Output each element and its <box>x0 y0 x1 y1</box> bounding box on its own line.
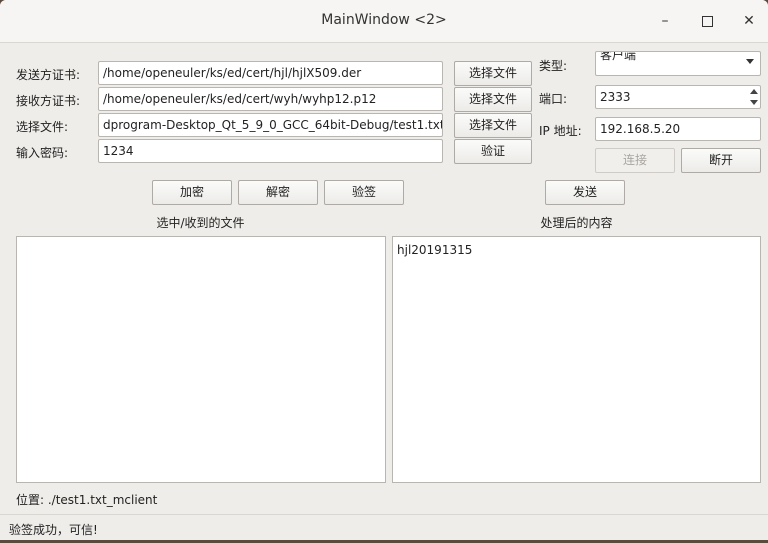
receiver-cert-input[interactable]: /home/openeuler/ks/ed/cert/wyh/wyhp12.p1… <box>98 87 443 111</box>
password-input[interactable]: 1234 <box>98 139 443 163</box>
spin-down-icon[interactable] <box>750 100 758 105</box>
disconnect-button[interactable]: 断开 <box>681 148 761 173</box>
maximize-icon[interactable] <box>698 12 716 30</box>
connect-button[interactable]: 连接 <box>595 148 675 173</box>
receiver-cert-label: 接收方证书: <box>16 94 81 108</box>
close-icon[interactable]: ✕ <box>740 12 758 30</box>
receiver-cert-browse-button[interactable]: 选择文件 <box>454 87 532 112</box>
location-label: 位置: ./test1.txt_mclient <box>16 493 158 507</box>
status-divider <box>0 514 768 515</box>
send-button[interactable]: 发送 <box>545 180 625 205</box>
status-bar-message: 验签成功，可信! <box>9 523 98 537</box>
encrypt-button[interactable]: 加密 <box>152 180 232 205</box>
ip-label: IP 地址: <box>539 124 582 138</box>
main-window: MainWindow <2> – ✕ 发送方证书: /home/openeule… <box>0 0 768 540</box>
processed-content-textarea[interactable]: hjl20191315 <box>392 236 761 483</box>
port-value: 2333 <box>600 90 631 104</box>
type-select-value: 客户端 <box>600 51 637 62</box>
sender-cert-label: 发送方证书: <box>16 68 81 82</box>
window-title: MainWindow <2> <box>321 12 447 28</box>
sender-cert-browse-button[interactable]: 选择文件 <box>454 61 532 86</box>
sender-cert-input[interactable]: /home/openeuler/ks/ed/cert/hjl/hjlX509.d… <box>98 61 443 85</box>
ip-input[interactable]: 192.168.5.20 <box>595 117 761 141</box>
decrypt-button[interactable]: 解密 <box>238 180 318 205</box>
password-label: 输入密码: <box>16 146 69 160</box>
type-select[interactable]: 客户端 <box>595 51 761 76</box>
type-label: 类型: <box>539 59 568 73</box>
file-content-textarea[interactable] <box>16 236 386 483</box>
left-panel-title: 选中/收到的文件 <box>156 216 245 230</box>
file-path-input[interactable]: dprogram-Desktop_Qt_5_9_0_GCC_64bit-Debu… <box>98 113 443 137</box>
chevron-down-icon <box>746 59 754 64</box>
port-label: 端口: <box>539 92 568 106</box>
minimize-icon[interactable]: – <box>656 12 674 30</box>
port-spinbox[interactable]: 2333 <box>595 85 761 109</box>
verify-password-button[interactable]: 验证 <box>454 139 532 164</box>
file-browse-button[interactable]: 选择文件 <box>454 113 532 138</box>
spin-up-icon[interactable] <box>750 89 758 94</box>
verify-sign-button[interactable]: 验签 <box>324 180 404 205</box>
file-label: 选择文件: <box>16 120 69 134</box>
title-bar: MainWindow <2> – ✕ <box>0 0 768 43</box>
right-panel-title: 处理后的内容 <box>540 216 613 230</box>
